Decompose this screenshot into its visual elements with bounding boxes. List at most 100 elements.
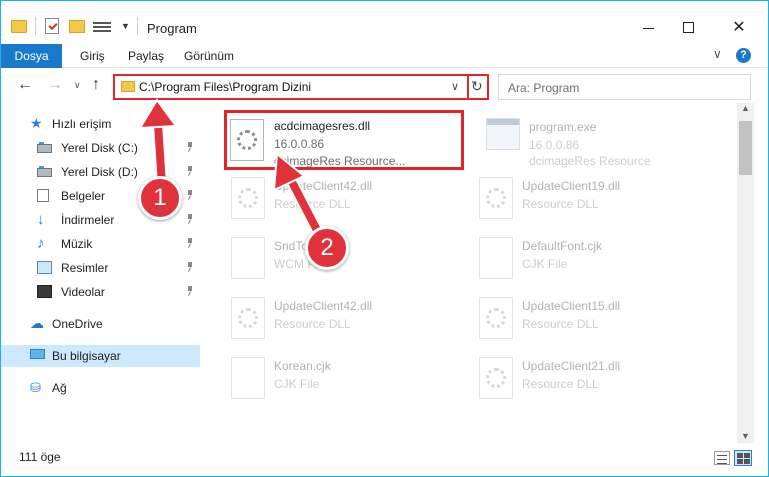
cloud-icon: ☁ (30, 315, 44, 331)
step-badge-1: 1 (138, 176, 182, 220)
chevron-down-icon[interactable]: ∨ (451, 80, 459, 93)
forward-arrow-icon[interactable]: → (47, 76, 63, 94)
address-bar[interactable]: C:\Program Files\Program Dizini ∨ ↻ (113, 74, 489, 100)
help-icon[interactable]: ? (736, 48, 751, 63)
up-arrow-icon[interactable]: ↑ (92, 76, 100, 94)
step-badge-2: 2 (305, 226, 349, 270)
dll-file-icon (479, 297, 513, 339)
file-type: Resource DLL (274, 317, 351, 331)
file-type: CJK File (274, 377, 320, 391)
file-name: DefaultFont.cjk (522, 239, 603, 253)
file-item[interactable]: UpdateClient19.dll Resource DLL (454, 167, 699, 231)
file-item-highlighted[interactable]: acdcimagesres.dll 16.0.0.86 dcimageRes R… (224, 110, 464, 170)
sidebar-item-videos[interactable]: Videolar (1, 281, 200, 303)
maximize-icon (683, 22, 694, 33)
file-item[interactable]: UpdateClient15.dll Resource DLL (454, 287, 699, 351)
sidebar-item-music[interactable]: ♪ Müzik (1, 233, 200, 255)
network-icon: ⛁ (30, 380, 41, 395)
file-item[interactable]: UpdateClient21.dll Resource DLL (454, 347, 699, 411)
file-type: Resource DLL (522, 377, 599, 391)
minimize-icon (643, 28, 654, 29)
dll-file-icon (231, 177, 265, 219)
file-icon (479, 237, 513, 279)
ribbon: Dosya Giriş Paylaş Görünüm ∨ ? (1, 44, 768, 68)
file-version: 16.0.0.86 (529, 138, 580, 152)
search-placeholder: Ara: Program (508, 81, 580, 95)
file-item[interactable]: program.exe 16.0.0.86 dcimageRes Resourc… (461, 108, 706, 172)
disk-icon (37, 142, 52, 153)
sidebar-item-label: Belgeler (61, 189, 106, 203)
exe-file-icon (486, 118, 520, 150)
pin-icon[interactable] (186, 262, 194, 272)
pin-icon[interactable] (186, 238, 194, 248)
navigation-bar: ← → ∨ ↑ C:\Program Files\Program Dizini … (1, 71, 768, 103)
sidebar-item-local-disk-c[interactable]: Yerel Disk (C:) (1, 137, 200, 159)
scroll-down-icon[interactable]: ▼ (741, 431, 750, 441)
tab-home[interactable]: Giriş (80, 44, 105, 68)
scroll-thumb[interactable] (739, 121, 752, 175)
file-type: Resource DLL (274, 197, 351, 211)
folder-icon[interactable] (11, 20, 27, 33)
recent-locations-icon[interactable]: ∨ (74, 80, 81, 91)
address-divider (467, 76, 469, 98)
dll-file-icon (479, 357, 513, 399)
sidebar-item-quick-access[interactable]: ★ Hızlı erişim (1, 113, 200, 135)
disk-icon (37, 166, 52, 177)
search-input[interactable]: Ara: Program (498, 74, 751, 100)
pin-icon[interactable] (186, 142, 194, 152)
pictures-icon (37, 261, 52, 274)
file-name: acdcimagesres.dll (274, 119, 371, 133)
file-version: 16.0.0.86 (274, 137, 325, 151)
sidebar-item-onedrive[interactable]: ☁ OneDrive (1, 313, 200, 335)
file-name: UpdateClient21.dll (522, 359, 621, 373)
pin-icon[interactable] (186, 166, 194, 176)
minimize-button[interactable] (629, 13, 669, 43)
dll-file-icon (479, 177, 513, 219)
file-list: acdcimagesres.dll 16.0.0.86 dcimageRes R… (206, 103, 736, 443)
tab-file[interactable]: Dosya (1, 44, 62, 68)
file-name: UpdateClient42.dll (274, 299, 373, 313)
file-item[interactable]: Korean.cjk CJK File (206, 347, 451, 411)
pin-icon[interactable] (186, 190, 194, 200)
sidebar-item-network[interactable]: ⛁ Ağ (1, 377, 200, 399)
item-count: 111 öge (19, 450, 61, 464)
pin-icon[interactable] (186, 286, 194, 296)
close-button[interactable]: ✕ (719, 13, 759, 43)
address-path[interactable]: C:\Program Files\Program Dizini (139, 80, 311, 94)
ribbon-expand-icon[interactable]: ∨ (713, 47, 722, 61)
details-view-icon[interactable] (714, 451, 730, 465)
chevron-down-icon[interactable]: ▼ (121, 21, 130, 31)
file-name: UpdateClient19.dll (522, 179, 621, 193)
file-item[interactable]: UpdateClient42.dll Resource DLL (206, 167, 451, 231)
folder-icon (121, 81, 135, 92)
title-bar: ▼ Program ✕ (1, 1, 768, 43)
sidebar-item-label: Hızlı erişim (52, 117, 112, 131)
pin-icon[interactable] (186, 214, 194, 224)
file-icon (231, 357, 265, 399)
maximize-button[interactable] (669, 13, 709, 43)
file-name: program.exe (529, 120, 597, 134)
refresh-icon[interactable]: ↻ (471, 78, 483, 95)
view-icon[interactable] (93, 20, 111, 34)
properties-icon[interactable] (45, 18, 59, 34)
file-item[interactable]: UpdateClient42.dll Resource DLL (206, 287, 451, 351)
large-icons-view-icon[interactable] (734, 450, 752, 466)
sidebar-item-this-pc[interactable]: Bu bilgisayar (1, 345, 200, 367)
dll-file-icon (231, 297, 265, 339)
tab-view[interactable]: Görünüm (184, 44, 234, 68)
sidebar-item-label: Videolar (61, 285, 105, 299)
tab-share[interactable]: Paylaş (128, 44, 164, 68)
file-name: Korean.cjk (274, 359, 331, 373)
videos-icon (37, 285, 52, 298)
file-item[interactable]: DefaultFont.cjk CJK File (454, 227, 699, 291)
file-icon (231, 237, 265, 279)
sidebar-item-label: Yerel Disk (D:) (61, 165, 138, 179)
new-folder-icon[interactable] (69, 20, 85, 33)
vertical-scrollbar[interactable]: ▲ ▼ (737, 103, 754, 443)
file-description: dcimageRes Resource (529, 154, 651, 168)
sidebar-item-pictures[interactable]: Resimler (1, 257, 200, 279)
file-type: CJK File (522, 257, 568, 271)
music-icon: ♪ (37, 235, 45, 252)
back-arrow-icon[interactable]: ← (17, 76, 33, 94)
scroll-up-icon[interactable]: ▲ (741, 103, 750, 113)
